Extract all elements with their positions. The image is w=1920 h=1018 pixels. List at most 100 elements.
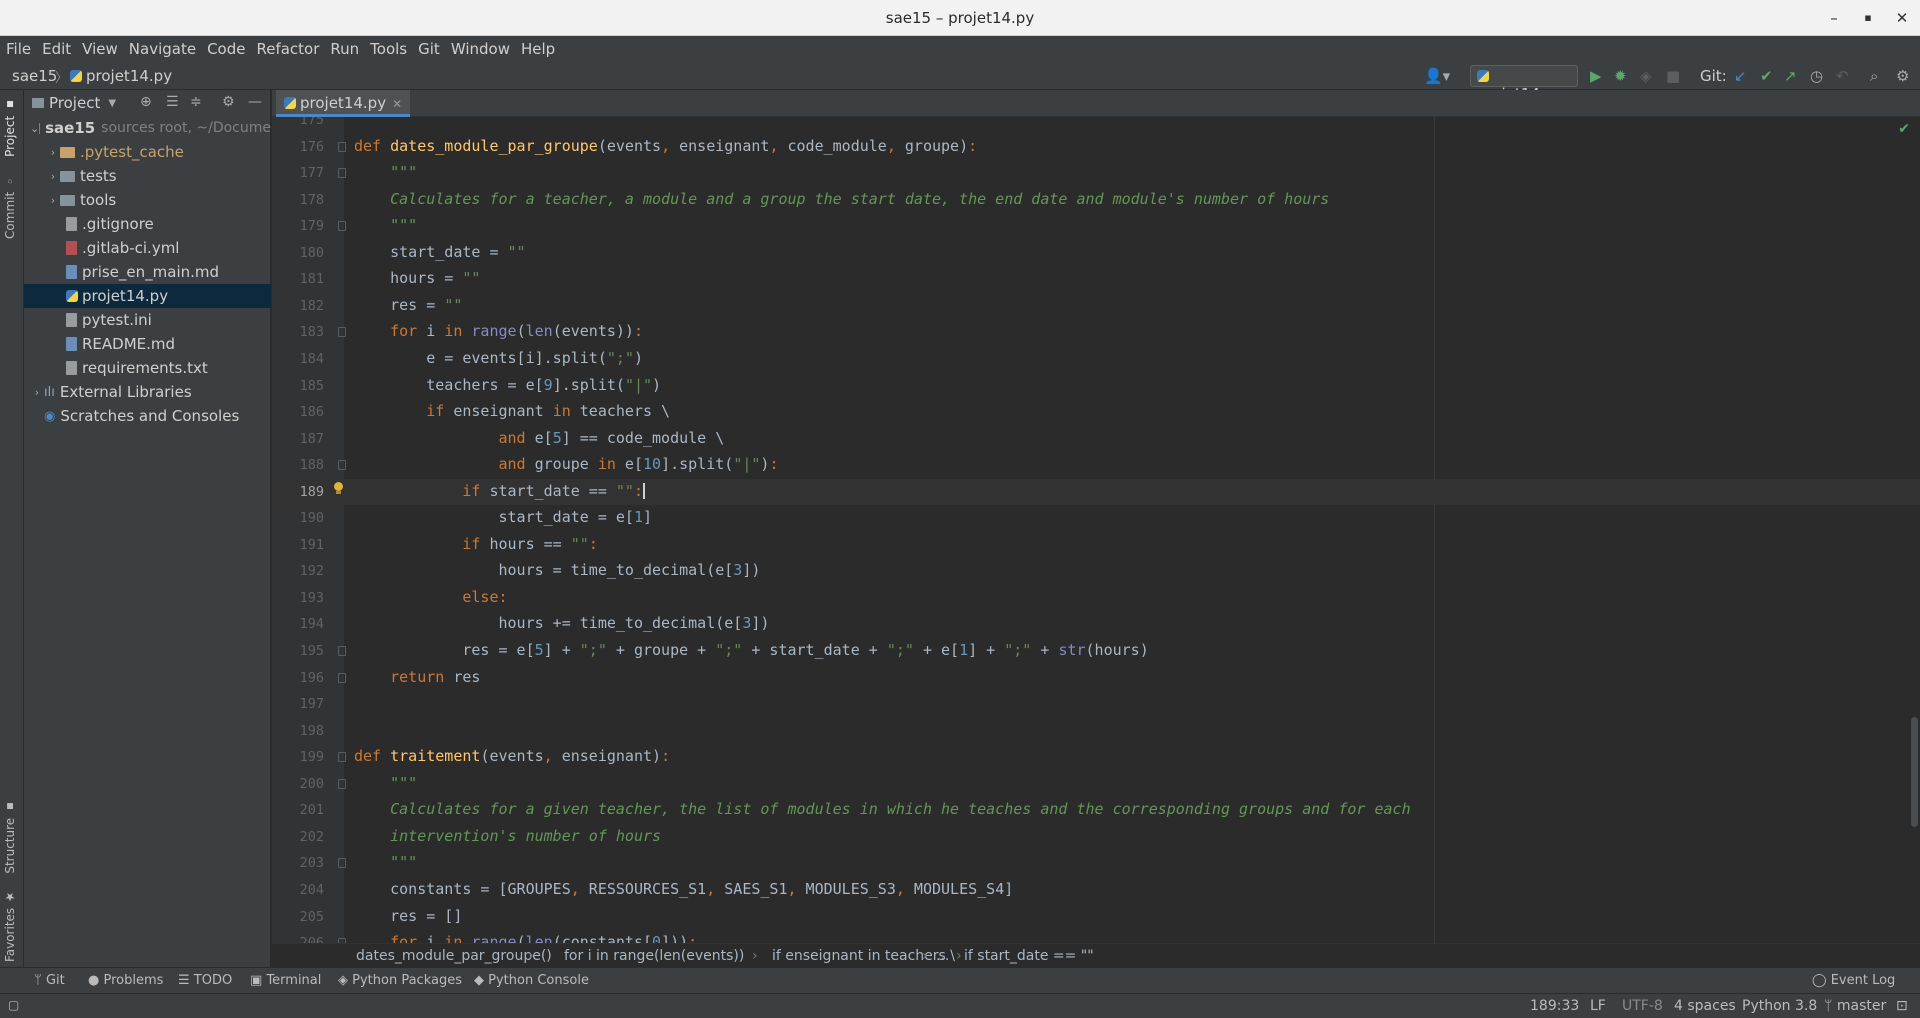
- code-line[interactable]: 180 start_date = "": [272, 240, 1920, 266]
- status-toggle-icon[interactable]: ▢: [8, 998, 19, 1012]
- menu-window[interactable]: Window: [451, 40, 510, 58]
- breadcrumb-item[interactable]: for i in range(len(events)): [564, 948, 744, 964]
- line-number[interactable]: 190: [272, 510, 324, 526]
- git-history-icon[interactable]: ◷: [1810, 67, 1823, 85]
- line-number[interactable]: 200: [272, 776, 324, 792]
- line-number[interactable]: 201: [272, 802, 324, 818]
- code-line[interactable]: 202 intervention's number of hours: [272, 824, 1920, 850]
- python-console-tool-button[interactable]: ◆ Python Console: [474, 973, 589, 988]
- editor-scrollbar[interactable]: [1911, 717, 1918, 827]
- run-config-select[interactable]: projet14▼: [1470, 65, 1578, 103]
- fold-marker-icon[interactable]: [338, 646, 346, 656]
- fold-marker-icon[interactable]: [338, 460, 346, 471]
- line-number[interactable]: 178: [272, 192, 324, 208]
- code-line[interactable]: 199 def traitement(events, enseignant):: [272, 744, 1920, 770]
- line-number[interactable]: 180: [272, 245, 324, 261]
- breadcrumb-item[interactable]: ...: [936, 948, 949, 964]
- code-line[interactable]: 192 hours = time_to_decimal(e[3]): [272, 558, 1920, 584]
- line-number[interactable]: 195: [272, 643, 324, 659]
- git-update-icon[interactable]: ↙: [1734, 67, 1747, 85]
- tree-item-projet14[interactable]: projet14.py: [24, 284, 271, 308]
- gear-icon[interactable]: ⚙: [222, 94, 235, 110]
- code-line[interactable]: 175: [272, 117, 1920, 133]
- code-line[interactable]: 190 start_date = e[1]: [272, 505, 1920, 531]
- tree-item-readme[interactable]: README.md: [24, 332, 271, 356]
- code-line[interactable]: 186 if enseignant in teachers \: [272, 399, 1920, 425]
- menu-git[interactable]: Git: [418, 40, 440, 58]
- menu-run[interactable]: Run: [330, 40, 359, 58]
- code-line[interactable]: 204 constants = [GROUPES, RESSOURCES_S1,…: [272, 877, 1920, 903]
- line-number[interactable]: 197: [272, 696, 324, 712]
- line-number[interactable]: 196: [272, 670, 324, 686]
- search-icon[interactable]: ⌕: [1870, 67, 1878, 85]
- menu-view[interactable]: View: [82, 40, 118, 58]
- line-number[interactable]: 191: [272, 537, 324, 553]
- tree-item-requirements[interactable]: requirements.txt: [24, 356, 271, 380]
- hide-icon[interactable]: —: [248, 94, 262, 110]
- git-commit-icon[interactable]: ✔: [1760, 67, 1773, 85]
- menu-edit[interactable]: Edit: [42, 40, 71, 58]
- file-encoding[interactable]: UTF-8: [1622, 998, 1663, 1014]
- code-line[interactable]: 182 res = "": [272, 293, 1920, 319]
- line-number[interactable]: 179: [272, 218, 324, 234]
- settings-gear-icon[interactable]: ⚙: [1896, 67, 1909, 85]
- user-icon[interactable]: 👤▾: [1424, 67, 1450, 85]
- code-line[interactable]: 200 """: [272, 771, 1920, 797]
- favorites-tool-tab[interactable]: Favorites ★: [3, 890, 17, 962]
- code-line[interactable]: 178 Calculates for a teacher, a module a…: [272, 187, 1920, 213]
- line-number[interactable]: 187: [272, 431, 324, 447]
- fold-marker-icon[interactable]: [338, 672, 346, 683]
- code-line[interactable]: 205 res = []: [272, 904, 1920, 930]
- chevron-down-icon[interactable]: ⌄: [30, 122, 39, 135]
- line-number[interactable]: 205: [272, 909, 324, 925]
- line-number[interactable]: 199: [272, 749, 324, 765]
- minimize-icon[interactable]: –: [1824, 8, 1844, 28]
- code-editor[interactable]: 175 176 def dates_module_par_groupe(events…: [272, 117, 1920, 943]
- menu-refactor[interactable]: Refactor: [256, 40, 319, 58]
- event-log-tool-button[interactable]: ◯ Event Log: [1812, 973, 1895, 988]
- line-number[interactable]: 176: [272, 139, 324, 155]
- chevron-right-icon[interactable]: ›: [46, 146, 60, 159]
- fold-marker-icon[interactable]: [338, 858, 346, 869]
- breadcrumb-item[interactable]: if start_date == "": [964, 948, 1094, 964]
- code-line[interactable]: 183 for i in range(len(events)):: [272, 319, 1920, 345]
- tree-item-tests[interactable]: › tests: [24, 164, 271, 188]
- tree-item-tools[interactable]: › tools: [24, 188, 271, 212]
- line-number[interactable]: 198: [272, 723, 324, 739]
- inspection-ok-icon[interactable]: ✔: [1898, 121, 1910, 137]
- line-number[interactable]: 194: [272, 616, 324, 632]
- line-number[interactable]: 175: [272, 117, 324, 128]
- menu-code[interactable]: Code: [207, 40, 245, 58]
- code-line[interactable]: 176 def dates_module_par_groupe(events, e…: [272, 134, 1920, 160]
- debug-icon[interactable]: ✹: [1614, 67, 1627, 85]
- tree-item-pytest-cache[interactable]: › .pytest_cache: [24, 140, 271, 164]
- line-number[interactable]: 177: [272, 165, 324, 181]
- git-tool-button[interactable]: ᛘ Git: [34, 973, 65, 988]
- code-line[interactable]: 189 if start_date == "":: [272, 478, 1920, 505]
- chevron-right-icon[interactable]: ›: [30, 386, 44, 399]
- code-line[interactable]: 181 hours = "": [272, 266, 1920, 292]
- line-number[interactable]: 186: [272, 404, 324, 420]
- menu-file[interactable]: File: [6, 40, 31, 58]
- code-line[interactable]: 197: [272, 691, 1920, 717]
- close-tab-icon[interactable]: ✕: [392, 97, 402, 111]
- code-line[interactable]: 194 hours += time_to_decimal(e[3]): [272, 611, 1920, 637]
- line-number[interactable]: 193: [272, 590, 324, 606]
- python-packages-tool-button[interactable]: ◈ Python Packages: [338, 973, 462, 988]
- tree-item-gitignore[interactable]: .gitignore: [24, 212, 271, 236]
- project-panel-title[interactable]: Project: [49, 94, 100, 112]
- tree-item-prise-en-main[interactable]: prise_en_main.md: [24, 260, 271, 284]
- tree-root-sae15[interactable]: ⌄ sae15 sources root, ~/Docume: [24, 116, 271, 140]
- coverage-icon[interactable]: ◈: [1640, 67, 1652, 85]
- breadcrumb-item[interactable]: dates_module_par_groupe(): [356, 948, 552, 964]
- tree-item-gitlab-ci[interactable]: .gitlab-ci.yml: [24, 236, 271, 260]
- project-tool-tab[interactable]: Project ▪: [3, 98, 17, 157]
- code-line[interactable]: 201 Calculates for a given teacher, the …: [272, 797, 1920, 823]
- line-number[interactable]: 206: [272, 935, 324, 943]
- chevron-right-icon[interactable]: ›: [46, 194, 60, 207]
- line-number[interactable]: 189: [272, 484, 324, 500]
- structure-tool-tab[interactable]: Structure ▪: [3, 800, 17, 874]
- code-line[interactable]: 187 and e[5] == code_module \: [272, 426, 1920, 452]
- line-number[interactable]: 182: [272, 298, 324, 314]
- indent-setting[interactable]: 4 spaces: [1674, 998, 1736, 1014]
